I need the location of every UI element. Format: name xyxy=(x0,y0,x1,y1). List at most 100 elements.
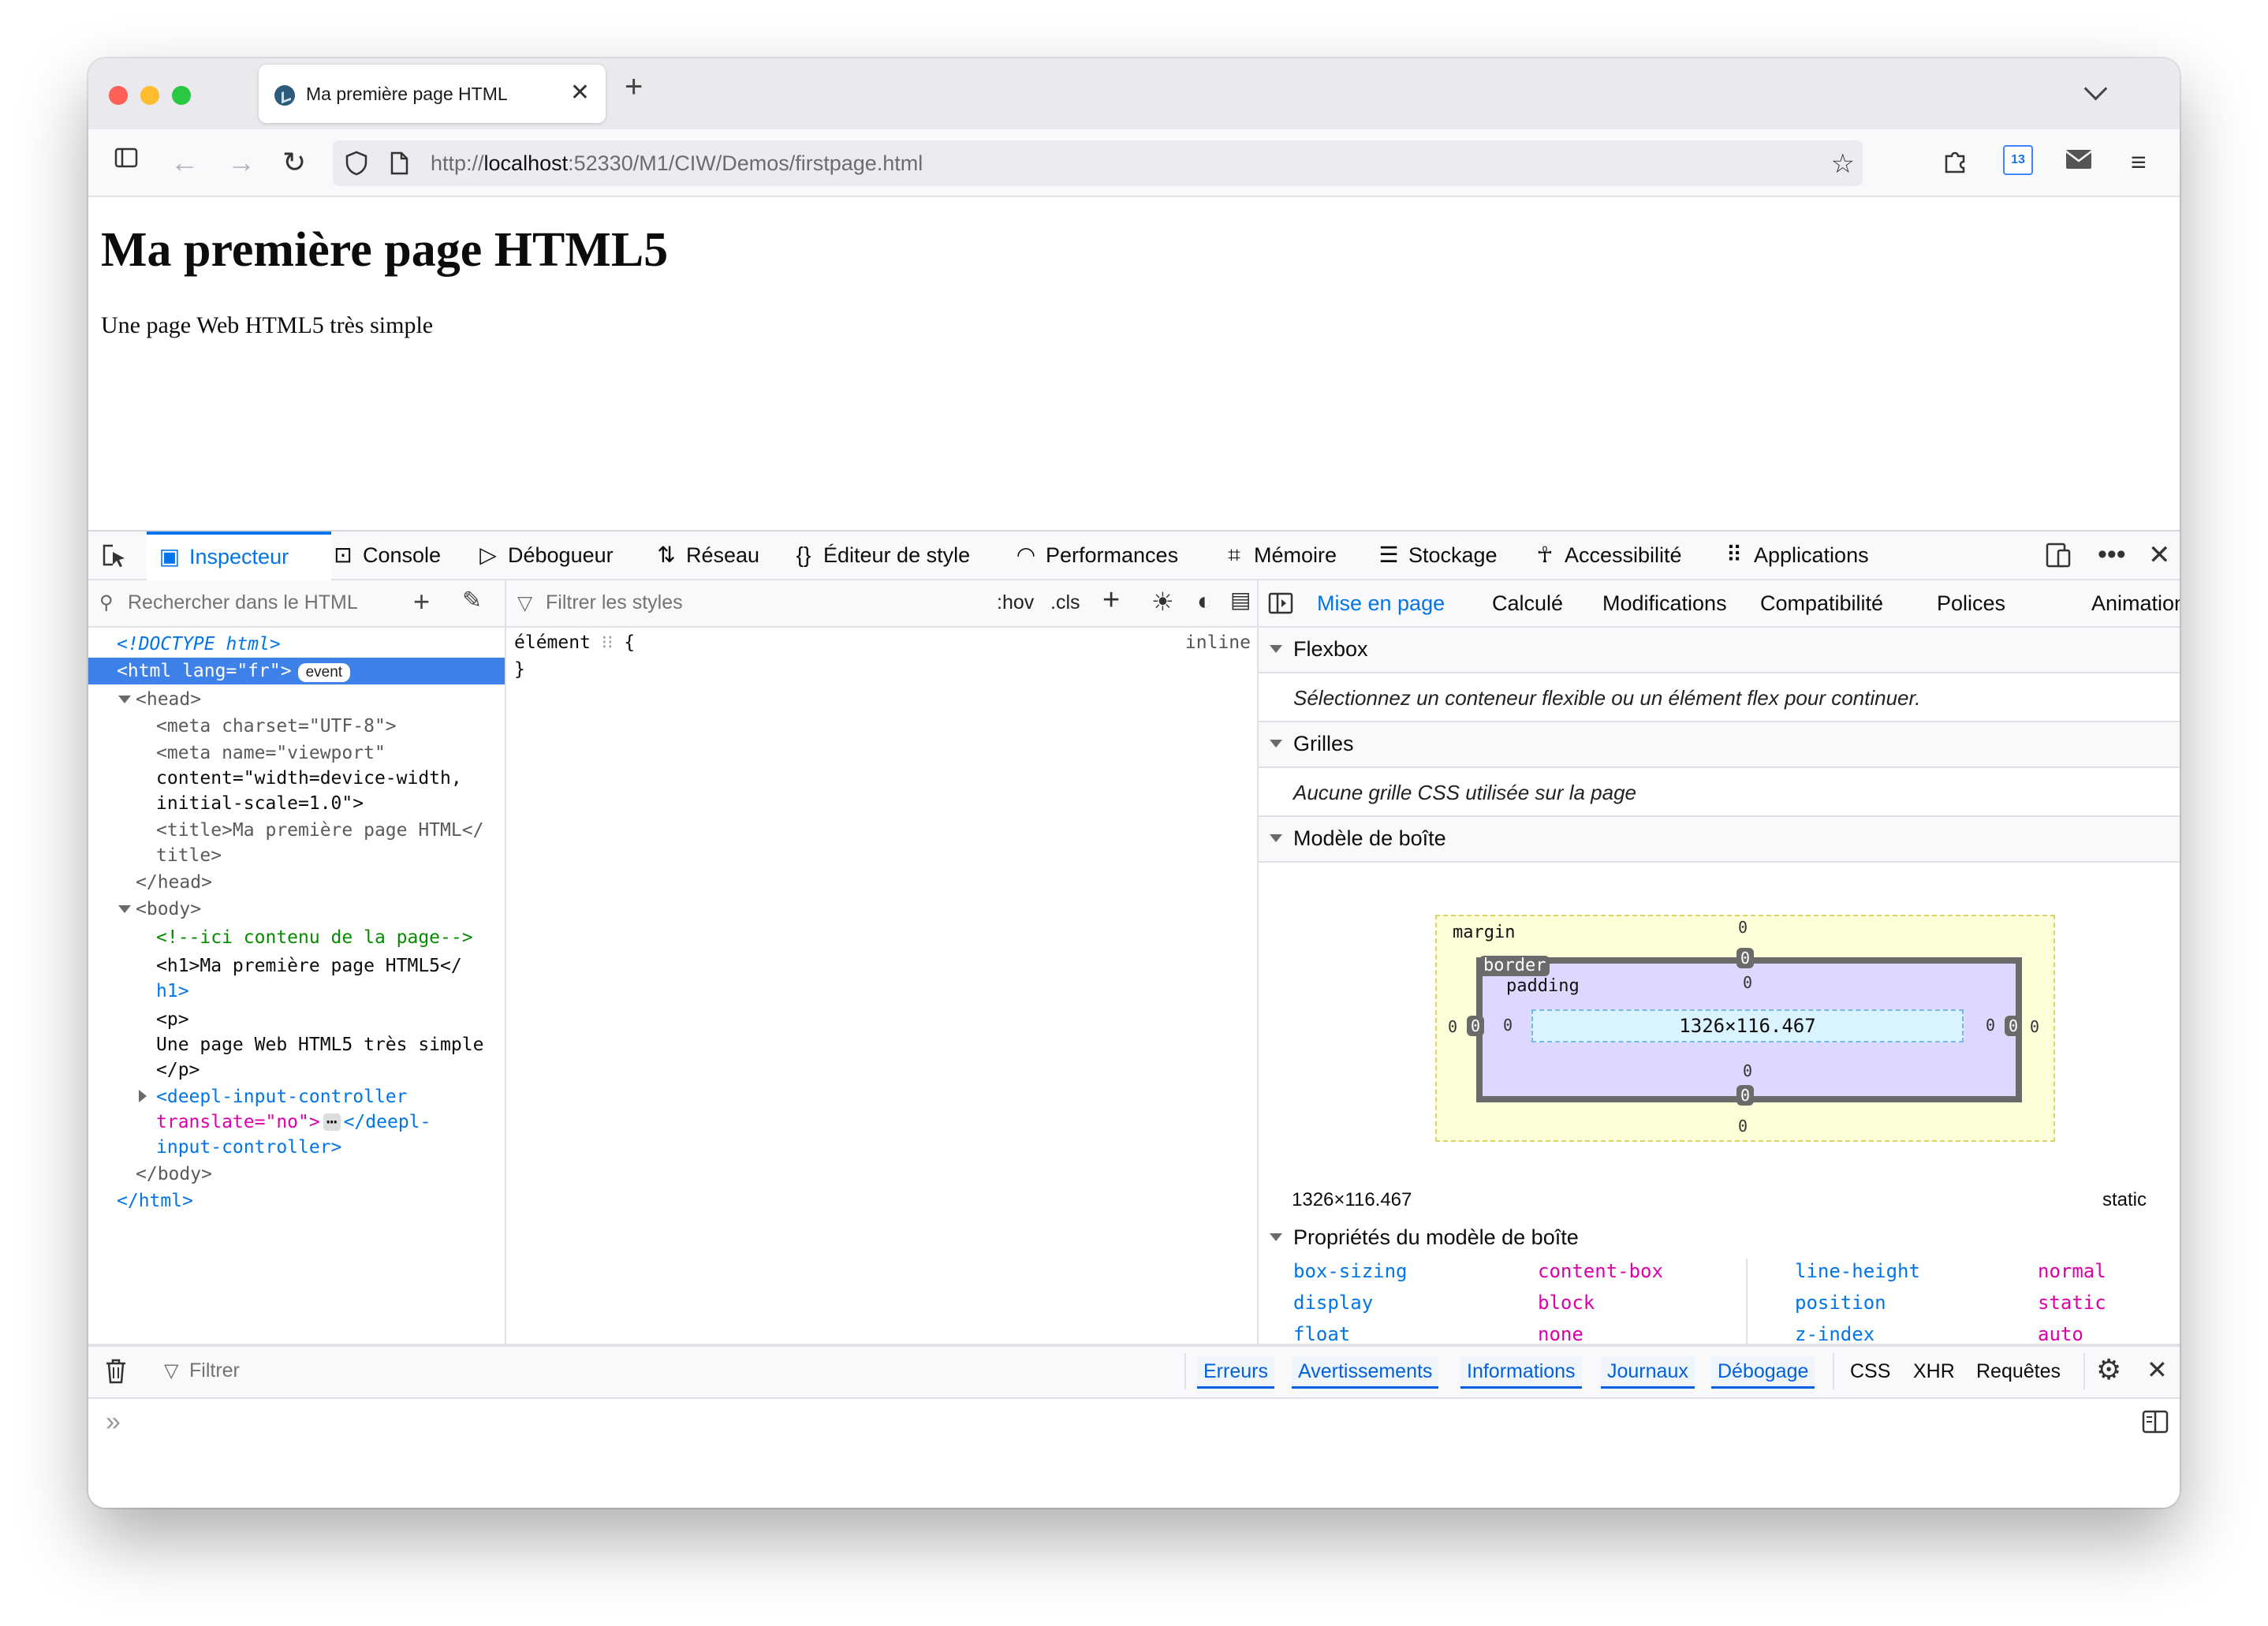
tab-animations[interactable]: Animations xyxy=(2091,580,2180,626)
boxmodel-section-header[interactable]: Modèle de boîte xyxy=(1259,815,2180,863)
tab-inspecteur[interactable]: ▣ Inspecteur xyxy=(147,531,331,582)
add-node-icon[interactable]: + xyxy=(413,585,430,618)
flexbox-section-header[interactable]: Flexbox xyxy=(1259,626,2180,673)
add-rule-icon[interactable]: + xyxy=(1102,584,1120,617)
forward-arrow-icon[interactable]: → xyxy=(227,145,256,180)
padding-right-value[interactable]: 0 xyxy=(1986,1016,1995,1035)
console-filter-input[interactable]: Filtrer xyxy=(189,1359,240,1382)
reload-icon[interactable]: ↻ xyxy=(282,145,306,180)
tab-mise-en-page[interactable]: Mise en page xyxy=(1307,580,1455,629)
tab-debogueur[interactable]: ▷ Débogueur xyxy=(475,531,613,579)
border-left-value[interactable]: 0 xyxy=(1467,1016,1485,1036)
filter-requetes[interactable]: Requêtes xyxy=(1970,1356,2067,1386)
tab-memoire[interactable]: ⌗ Mémoire xyxy=(1221,531,1337,579)
grid-highlight-icon[interactable]: ⁝⁝ xyxy=(602,632,614,653)
url-text[interactable]: http://localhost:52330/M1/CIW/Demos/firs… xyxy=(431,151,923,176)
tab-performances[interactable]: ◠ Performances xyxy=(1013,531,1178,579)
tab-calcule[interactable]: Calculé xyxy=(1492,580,1563,626)
tab-polices[interactable]: Polices xyxy=(1937,580,2005,626)
prop-name-box-sizing[interactable]: box-sizing xyxy=(1293,1260,1408,1282)
prop-name-position[interactable]: position xyxy=(1795,1292,1886,1314)
p-node[interactable]: <p> xyxy=(88,1006,505,1033)
new-tab-icon[interactable]: + xyxy=(625,69,643,105)
filter-debogage[interactable]: Débogage xyxy=(1711,1356,1815,1389)
tab-compatibilite[interactable]: Compatibilité xyxy=(1760,580,1883,626)
box-model-padding[interactable]: padding 0 0 0 0 1326×116.467 xyxy=(1483,964,2016,1096)
url-bar[interactable]: http://localhost:52330/M1/CIW/Demos/firs… xyxy=(333,140,1863,186)
eyedropper-icon[interactable]: ✎ xyxy=(462,587,482,614)
extensions-puzzle-icon[interactable] xyxy=(1942,147,1970,179)
light-scheme-icon[interactable]: ☀ xyxy=(1151,587,1174,617)
filter-css[interactable]: CSS xyxy=(1844,1356,1897,1386)
tab-stockage[interactable]: ☰ Stockage xyxy=(1375,531,1497,579)
tab-modifications[interactable]: Modifications xyxy=(1602,580,1727,626)
box-model-border[interactable]: border 0 0 0 0 padding 0 0 0 0 1326×116.… xyxy=(1467,948,2023,1106)
margin-top-value[interactable]: 0 xyxy=(1738,918,1748,937)
padding-left-value[interactable]: 0 xyxy=(1503,1016,1513,1035)
comment-node[interactable]: <!--ici contenu de la page--> xyxy=(88,924,505,951)
tab-editeur-de-style[interactable]: {} Éditeur de style xyxy=(790,531,970,579)
deepl-node[interactable]: <deepl-input-controller xyxy=(88,1083,505,1110)
responsive-design-icon[interactable] xyxy=(2044,541,2072,573)
google-calendar-icon[interactable]: 13 xyxy=(2003,145,2033,175)
console-input[interactable] xyxy=(167,1404,2117,1443)
browser-tab[interactable]: Ma première page HTML ✕ xyxy=(259,65,606,123)
meta-charset-node[interactable]: <meta charset="UTF-8"> xyxy=(88,713,505,740)
p-text-node[interactable]: Une page Web HTML5 très simple xyxy=(88,1031,505,1058)
title-node[interactable]: <title>Ma première page HTML</ xyxy=(88,817,505,844)
page-info-icon[interactable] xyxy=(388,151,410,180)
prop-name-line-height[interactable]: line-height xyxy=(1795,1260,1920,1282)
body-node[interactable]: <body> xyxy=(88,896,505,923)
more-options-icon[interactable]: ••• xyxy=(2098,539,2126,570)
filter-avertissements[interactable]: Avertissements xyxy=(1292,1356,1439,1389)
back-arrow-icon[interactable]: ← xyxy=(170,145,199,180)
prop-name-display[interactable]: display xyxy=(1293,1292,1373,1314)
prop-name-float[interactable]: float xyxy=(1293,1323,1350,1345)
html-search-input[interactable]: Rechercher dans le HTML xyxy=(128,591,358,614)
tab-console[interactable]: ⊡ Console xyxy=(330,531,441,579)
element-picker-icon[interactable] xyxy=(101,543,128,573)
filter-xhr[interactable]: XHR xyxy=(1907,1356,1961,1386)
tab-accessibilite[interactable]: ☥ Accessibilité xyxy=(1531,531,1682,579)
editor-mode-toggle-icon[interactable] xyxy=(2142,1410,2169,1438)
close-tab-icon[interactable]: ✕ xyxy=(570,79,590,106)
styles-filter-input[interactable]: Filtrer les styles xyxy=(546,591,683,614)
close-window-button[interactable] xyxy=(109,86,128,105)
padding-bottom-value[interactable]: 0 xyxy=(1743,1061,1752,1080)
close-devtools-icon[interactable]: ✕ xyxy=(2148,539,2171,571)
margin-left-value[interactable]: 0 xyxy=(1448,1017,1457,1036)
minimize-window-button[interactable] xyxy=(140,86,159,105)
tab-applications[interactable]: ⠿ Applications xyxy=(1721,531,1869,579)
margin-right-value[interactable]: 0 xyxy=(2030,1017,2039,1036)
box-props-header[interactable]: Propriétés du modèle de boîte xyxy=(1259,1222,2180,1254)
filter-journaux[interactable]: Journaux xyxy=(1601,1356,1695,1389)
dark-scheme-icon[interactable]: ◐ xyxy=(1197,587,1212,616)
head-node[interactable]: <head> xyxy=(88,686,505,713)
h1-node[interactable]: <h1>Ma première page HTML5</ xyxy=(88,953,505,979)
meta-viewport-node[interactable]: <meta name="viewport" xyxy=(88,740,505,766)
shield-icon[interactable] xyxy=(344,150,369,181)
event-badge[interactable]: event xyxy=(297,663,351,682)
sidebar-toggle-icon[interactable] xyxy=(114,144,139,178)
zoom-window-button[interactable] xyxy=(172,86,191,105)
margin-bottom-value[interactable]: 0 xyxy=(1738,1117,1748,1136)
trash-icon[interactable] xyxy=(104,1358,128,1389)
box-model-content[interactable]: 1326×116.467 xyxy=(1531,1009,1964,1042)
filter-erreurs[interactable]: Erreurs xyxy=(1197,1356,1274,1389)
prop-name-z-index[interactable]: z-index xyxy=(1795,1323,1874,1345)
html-node-selected[interactable]: <html lang="fr"> event xyxy=(88,658,505,684)
close-split-console-icon[interactable]: ✕ xyxy=(2147,1355,2168,1385)
tab-reseau[interactable]: ⇅ Réseau xyxy=(653,531,759,579)
list-tabs-chevron-icon[interactable] xyxy=(2083,76,2108,101)
cls-toggle[interactable]: .cls xyxy=(1050,591,1080,614)
box-model-margin[interactable]: margin 0 0 0 0 border 0 0 0 0 padding 0 … xyxy=(1435,915,2055,1142)
hamburger-menu-icon[interactable]: ≡ xyxy=(2131,145,2147,180)
hov-toggle[interactable]: :hov xyxy=(997,591,1034,614)
bookmark-star-icon[interactable]: ☆ xyxy=(1831,148,1855,180)
doctype-node[interactable]: <!DOCTYPE html> xyxy=(88,631,505,658)
toggle-sidebar-icon[interactable] xyxy=(1268,591,1293,619)
print-simulation-icon[interactable]: ▤ xyxy=(1230,587,1251,613)
filter-informations[interactable]: Informations xyxy=(1460,1356,1582,1389)
console-settings-gear-icon[interactable]: ⚙ xyxy=(2096,1353,2121,1386)
grid-section-header[interactable]: Grilles xyxy=(1259,721,2180,768)
